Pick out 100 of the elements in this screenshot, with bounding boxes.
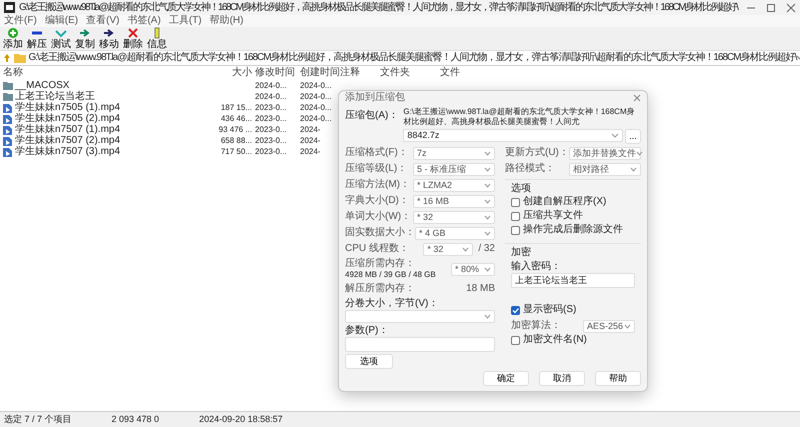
- status-text: 2 093 478 0: [112, 414, 160, 425]
- add-button[interactable]: 添加: [2, 27, 24, 50]
- created-date: 2024-0...: [300, 114, 333, 124]
- dropdown[interactable]: * LZMA2: [413, 178, 495, 192]
- archive-name-field[interactable]: 8842.7z: [403, 129, 622, 142]
- dropdown[interactable]: * 32: [423, 242, 474, 256]
- file-size: 93 476 ...: [218, 125, 253, 135]
- video-file-icon: [3, 148, 13, 156]
- dropdown[interactable]: 7z: [413, 146, 495, 160]
- file-name: 学生妹妹n7507 (3).mp4: [15, 146, 120, 158]
- browse-button[interactable]: ...: [625, 129, 641, 144]
- field-label: 压缩格式(F)：: [345, 147, 408, 159]
- status-text: 2024-09-20 18:58:57: [199, 414, 283, 425]
- created-date: 2024-: [300, 147, 322, 157]
- column-header[interactable]: 创建时间: [300, 67, 340, 79]
- options-button[interactable]: 选项: [345, 354, 393, 369]
- dropdown[interactable]: * 4 GB: [415, 226, 495, 240]
- field-label: 参数(P)：: [345, 325, 390, 337]
- dialog-button[interactable]: 取消: [539, 370, 585, 386]
- test-button[interactable]: 测试: [50, 27, 72, 50]
- file-size: 436 46...: [220, 114, 253, 124]
- dropdown[interactable]: * 16 MB: [413, 194, 495, 208]
- field-label: 解压所需内存：: [345, 283, 415, 295]
- modified-date: 2024-0...: [255, 81, 288, 91]
- password-field[interactable]: 上老王论坛当老王: [511, 273, 635, 288]
- dialog-button[interactable]: 帮助: [595, 370, 641, 386]
- modified-date: 2023-0...: [255, 103, 288, 113]
- column-header[interactable]: 名称: [3, 67, 203, 79]
- video-file-icon: [3, 136, 13, 146]
- created-date: 2024-: [300, 125, 322, 135]
- modified-date: 2023-0...: [255, 136, 288, 146]
- field-label: 加密算法：: [511, 320, 561, 332]
- delete-button[interactable]: 删除: [122, 27, 144, 50]
- up-arrow-icon[interactable]: [3, 53, 11, 63]
- file-name: 学生妹妹n7505 (2).mp4: [15, 113, 120, 124]
- status-text: 选定 7 / 7 个项目: [4, 414, 72, 425]
- field-label: 更新方式(U)：: [505, 147, 569, 159]
- memory-text: 18 MB: [466, 283, 495, 295]
- modified-date: 2024-0...: [255, 92, 288, 102]
- created-date: 2024-: [300, 136, 322, 146]
- copy-button[interactable]: 复制: [74, 27, 96, 50]
- field-label: CPU 线程数：: [345, 243, 409, 255]
- dropdown[interactable]: * 32: [413, 210, 495, 224]
- field-label: 字典大小(D)：: [345, 195, 409, 207]
- dropdown[interactable]: 添加并替换文件: [569, 146, 641, 160]
- dropdown[interactable]: 相对路径: [569, 162, 641, 176]
- arrow-icon: [103, 27, 115, 39]
- close-icon[interactable]: [633, 94, 641, 102]
- checkbox-label: 操作完成后删除源文件: [523, 224, 623, 236]
- move-button[interactable]: 移动: [98, 27, 120, 50]
- close-icon[interactable]: [786, 2, 796, 12]
- created-date: 2024-0...: [300, 103, 333, 113]
- info-button[interactable]: 信息: [146, 27, 168, 50]
- delete-icon: [127, 27, 139, 39]
- file-name: 学生妹妹n7507 (2).mp4: [15, 135, 120, 146]
- menu-item[interactable]: 编辑(E): [44, 15, 78, 27]
- column-header[interactable]: 文件: [440, 67, 500, 79]
- file-name: 学生妹妹n7505 (1).mp4: [15, 102, 120, 113]
- parameters-field[interactable]: [345, 337, 495, 352]
- thread-count-text: / 32: [478, 243, 495, 255]
- checkbox[interactable]: [511, 198, 520, 206]
- checkbox[interactable]: [511, 226, 520, 234]
- menu-item[interactable]: 书签(A): [127, 15, 161, 27]
- dropdown[interactable]: 5 - 标准压缩: [413, 162, 495, 176]
- maximize-icon[interactable]: [766, 2, 776, 12]
- dropdown[interactable]: AES-256: [583, 320, 635, 332]
- created-date: 2024-0...: [300, 92, 333, 102]
- menu-item[interactable]: 工具(T): [168, 15, 202, 27]
- field-label: 单词大小(W)：: [345, 211, 412, 223]
- modified-date: 2023-0...: [255, 114, 288, 124]
- menu-item[interactable]: 帮助(H): [210, 15, 244, 27]
- file-name: 上老王论坛当老王: [15, 91, 95, 102]
- menu-item[interactable]: 查看(V): [86, 15, 120, 27]
- checkbox[interactable]: [511, 306, 520, 314]
- column-header[interactable]: 文件夹: [380, 67, 440, 79]
- field-label: 压缩包(A)：: [345, 108, 398, 122]
- field-label: 压缩方法(M)：: [345, 179, 410, 191]
- field-label: 固实数据大小：: [345, 227, 415, 239]
- dialog-button[interactable]: 确定: [483, 370, 529, 386]
- checkbox[interactable]: [511, 212, 520, 220]
- extract-button[interactable]: 解压: [26, 27, 48, 50]
- dropdown[interactable]: * 80%: [451, 262, 495, 276]
- video-file-icon: [3, 126, 13, 134]
- arrow-icon: [79, 27, 91, 39]
- checkbox[interactable]: [511, 336, 520, 344]
- field-label: 路径模式：: [505, 163, 555, 175]
- checkbox-label: 加密文件名(N): [523, 334, 587, 346]
- checkbox-label: 压缩共享文件: [523, 210, 583, 222]
- column-header[interactable]: 修改时间: [255, 67, 300, 79]
- file-size: 717 50...: [220, 147, 253, 157]
- field-label: 压缩等级(L)：: [345, 163, 408, 175]
- address-field[interactable]: G:\老王搬运\www.98T.la@超耐看的东北气质大学女神！168CM身材比例超好，高挑身材极品长腿美腿蜜臀！人间尤物，显才女，弹古筝清唱好听\超耐看的东北气质大学女神！168CM身材比例超好\: [14, 52, 800, 64]
- group-title: 选项: [511, 183, 532, 195]
- file-name: __MACOSX: [15, 80, 70, 91]
- modified-date: 2023-0...: [255, 147, 288, 157]
- menu-item[interactable]: 文件(F): [4, 15, 37, 27]
- file-size: 187 15...: [220, 103, 253, 113]
- file-name: 学生妹妹n7507 (1).mp4: [15, 124, 120, 135]
- column-header[interactable]: 注释: [340, 67, 380, 79]
- column-header[interactable]: 大小: [203, 67, 255, 79]
